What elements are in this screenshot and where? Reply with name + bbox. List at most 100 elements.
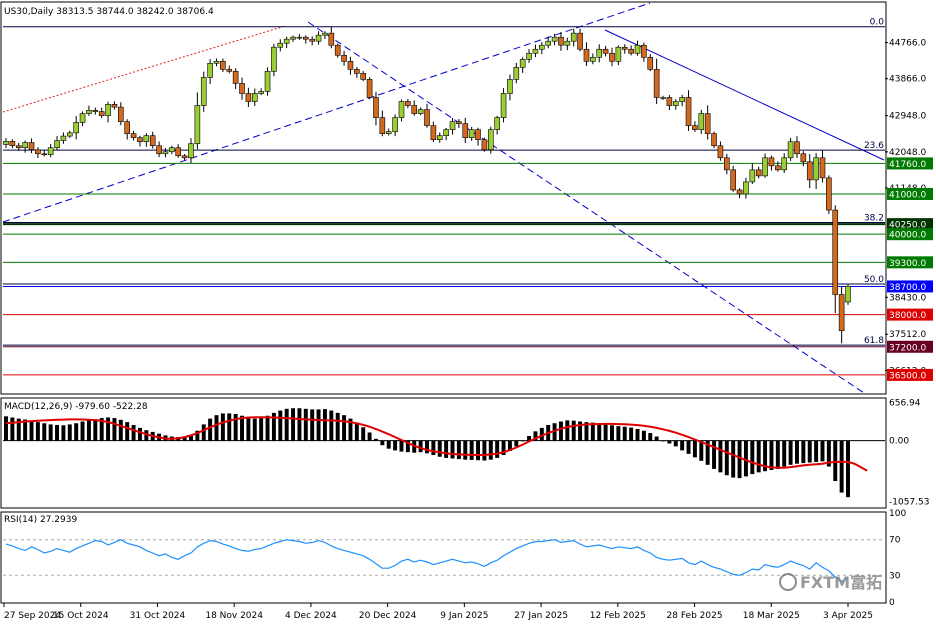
price-tick-label: 43866.0 <box>889 75 926 85</box>
macd-histogram-bar <box>125 422 130 441</box>
candle-body <box>800 153 807 163</box>
macd-histogram-bar <box>252 418 257 441</box>
macd-histogram-bar <box>558 421 563 441</box>
candle-body <box>806 161 813 181</box>
rsi-tick-label: 100 <box>889 509 906 519</box>
candle-body <box>194 105 201 145</box>
candle-body <box>303 36 309 40</box>
candle-body <box>181 155 188 159</box>
candle[interactable] <box>366 77 373 100</box>
macd-histogram-bar <box>112 418 117 441</box>
candle-body <box>156 145 162 155</box>
candle-body <box>609 52 615 62</box>
candle-body <box>66 132 73 137</box>
candle-body <box>3 141 9 145</box>
macd-histogram-bar <box>55 424 60 441</box>
price-axis: 44766.043866.042948.042048.041148.038430… <box>885 39 933 608</box>
candle-body <box>366 79 373 98</box>
macd-histogram-bar <box>629 427 634 441</box>
candle-body <box>315 34 322 42</box>
candle[interactable] <box>334 43 341 58</box>
macd-header: MACD(12,26,9) -979.60 -522.28 <box>4 402 148 412</box>
candle-body <box>468 129 475 138</box>
candle[interactable] <box>826 175 832 214</box>
macd-histogram-bar <box>303 408 308 441</box>
candle-body <box>149 135 156 147</box>
macd-histogram-bar <box>35 422 40 441</box>
macd-histogram-bar <box>476 440 481 461</box>
candle[interactable] <box>711 131 717 149</box>
candle-body <box>775 165 781 171</box>
candle[interactable] <box>264 67 271 96</box>
chart-window[interactable]: US30,Daily 38313.5 38744.0 38242.0 38706… <box>0 0 936 624</box>
chart-canvas[interactable]: US30,Daily 38313.5 38744.0 38242.0 38706… <box>0 0 936 624</box>
time-tick-label: 4 Dec 2024 <box>285 611 337 621</box>
candle-body <box>564 40 571 46</box>
macd-histogram-bar <box>335 412 340 441</box>
rsi-tick-label: 0 <box>889 598 895 608</box>
candle[interactable] <box>845 284 851 305</box>
macd-histogram-bar <box>769 440 774 471</box>
macd-histogram-bar <box>48 424 53 441</box>
candle[interactable] <box>271 43 277 77</box>
macd-histogram-bar <box>622 426 627 441</box>
candle-body <box>730 169 736 191</box>
price-tick-label: 42948.0 <box>889 112 926 122</box>
candle-body <box>354 69 360 74</box>
macd-histogram-bar <box>284 408 289 441</box>
candle-body <box>111 104 118 108</box>
macd-histogram-bar <box>520 440 525 442</box>
macd-histogram-bar <box>756 440 761 473</box>
candle-body <box>724 157 730 171</box>
macd-histogram-bar <box>641 430 646 441</box>
level-price-box-label: 41000.0 <box>889 190 926 200</box>
candle-body <box>717 145 724 159</box>
candle[interactable] <box>500 88 507 123</box>
macd-histogram-bar <box>482 440 487 461</box>
candle-body <box>124 121 130 134</box>
candle-body <box>838 294 845 331</box>
candle-body <box>322 32 328 36</box>
candle[interactable] <box>481 137 488 152</box>
macd-histogram-bar <box>444 440 449 458</box>
candle-body <box>98 111 105 116</box>
macd-histogram-bar <box>23 419 28 441</box>
fxtm-brand-text: FXTM富拓 <box>800 573 882 592</box>
macd-histogram-bar <box>737 440 742 479</box>
candle-body <box>35 149 41 155</box>
level-price-box: 41760.0 <box>887 157 933 170</box>
candle-body <box>239 83 245 94</box>
candle-body <box>539 44 545 50</box>
candle-body <box>41 153 48 156</box>
time-tick-label: 31 Oct 2024 <box>130 611 186 621</box>
time-tick-label: 27 Jan 2025 <box>514 611 568 621</box>
macd-histogram-bar <box>386 440 391 449</box>
macd-histogram-bar <box>610 425 614 441</box>
macd-histogram-bar <box>833 440 838 482</box>
candle-body <box>417 109 424 114</box>
candle[interactable] <box>200 71 207 112</box>
candle[interactable] <box>487 126 494 154</box>
candle-body <box>309 38 315 42</box>
candle-body <box>711 133 717 147</box>
level-price-box: 39300.0 <box>887 256 933 269</box>
candle-body <box>105 104 111 116</box>
candle-body <box>245 93 252 102</box>
candle-body <box>462 123 469 138</box>
candle-body <box>60 135 67 141</box>
candle-body <box>755 169 762 177</box>
candle-body <box>54 140 60 149</box>
candle-body <box>283 38 290 44</box>
candle-body <box>532 48 539 54</box>
macd-histogram-bar <box>488 440 493 460</box>
candle[interactable] <box>730 165 736 192</box>
macd-histogram-bar <box>61 425 66 441</box>
candle-body <box>596 48 603 58</box>
candle-body <box>271 46 277 72</box>
time-axis: 27 Sep 202415 Oct 2024 31 Oct 2024 18 Nov … <box>3 603 873 621</box>
candle-body <box>15 145 22 149</box>
candle-body <box>79 113 86 123</box>
macd-histogram-bar <box>603 424 608 441</box>
candle-body <box>169 147 175 153</box>
macd-histogram-bar <box>597 423 602 441</box>
